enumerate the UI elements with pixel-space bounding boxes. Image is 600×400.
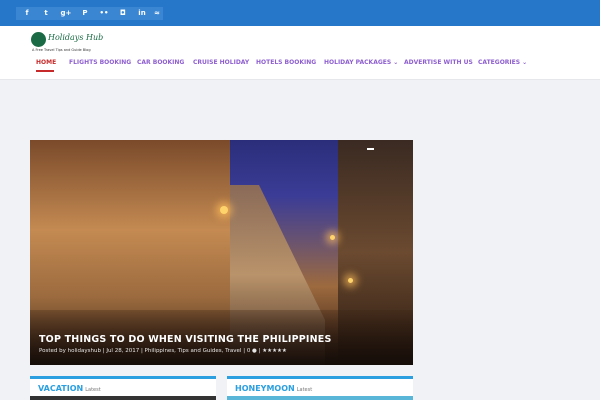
linkedin-icon[interactable]: in: [131, 7, 153, 20]
featured-slider[interactable]: TOP THINGS TO DO WHEN VISITING THE PHILI…: [30, 140, 413, 365]
vacation-section: VACATION Latest: [30, 376, 216, 400]
slide-meta: Posted by holidayshub | Jul 28, 2017 | P…: [39, 348, 287, 354]
slide-title[interactable]: TOP THINGS TO DO WHEN VISITING THE PHILI…: [39, 334, 332, 345]
logo-name[interactable]: Holidays Hub: [48, 33, 103, 42]
active-underline: [36, 70, 54, 72]
nav-holiday-packages[interactable]: HOLIDAY PACKAGES ⌄: [324, 59, 398, 66]
tagline: A Free Travel Tips and Guide Blog: [32, 48, 91, 52]
nav-advertise[interactable]: ADVERTISE WITH US: [404, 59, 473, 66]
section-image[interactable]: [227, 396, 413, 400]
nav-flights-booking[interactable]: FLIGHTS BOOKING: [69, 59, 131, 66]
section-sub: Latest: [85, 387, 101, 393]
nav-car-booking[interactable]: CAR BOOKING: [137, 59, 184, 66]
section-title[interactable]: HONEYMOON: [235, 384, 295, 393]
honeymoon-section: HONEYMOON Latest: [227, 376, 413, 400]
slider-indicator[interactable]: [367, 148, 374, 150]
social-bar: f t g+ P •• ◘ in ≈: [0, 0, 600, 26]
logo-icon[interactable]: [31, 32, 46, 47]
section-sub: Latest: [296, 387, 313, 393]
rss-icon[interactable]: ≈: [151, 7, 163, 20]
nav-hotels-booking[interactable]: HOTELS BOOKING: [256, 59, 316, 66]
lamp: [220, 206, 228, 214]
nav-categories[interactable]: CATEGORIES ⌄: [478, 59, 527, 66]
nav-home[interactable]: HOME: [36, 59, 56, 66]
lamp: [330, 235, 335, 240]
section-title[interactable]: VACATION: [38, 384, 83, 393]
twitter-icon[interactable]: t: [35, 7, 57, 20]
nav-cruise-holiday[interactable]: CRUISE HOLIDAY: [193, 59, 249, 66]
section-image[interactable]: [30, 396, 216, 400]
lamp: [348, 278, 353, 283]
